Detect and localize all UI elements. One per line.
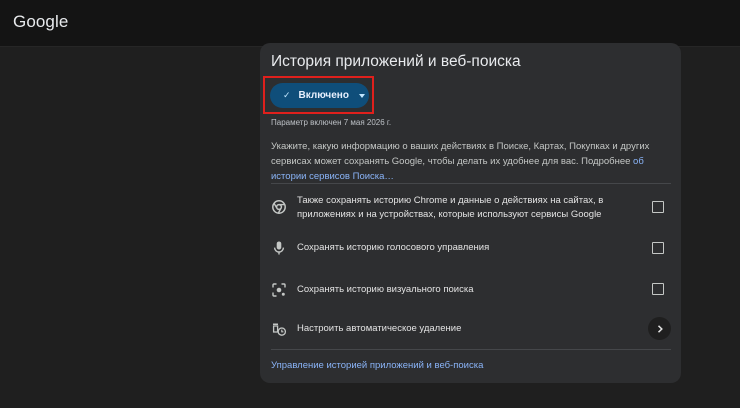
option-voice-history-label: Сохранять историю голосового управления	[297, 242, 490, 253]
param-enabled-note: Параметр включен 7 мая 2026 г.	[271, 118, 392, 127]
top-bar: Google	[0, 0, 740, 47]
divider	[271, 183, 671, 184]
manage-activity-link[interactable]: Управление историей приложений и веб-пои…	[271, 360, 483, 371]
option-chrome-history-label: Также сохранять историю Chrome и данные …	[297, 195, 604, 220]
card-title: История приложений и веб-поиска	[271, 53, 521, 70]
status-toggle-label: Включено	[298, 90, 349, 101]
chevron-right-icon	[657, 324, 663, 333]
auto-delete-icon	[271, 321, 287, 337]
google-logo[interactable]: Google	[13, 12, 68, 32]
caret-down-icon	[358, 93, 365, 98]
option-visual-history-checkbox[interactable]	[652, 283, 664, 295]
option-visual-history-label: Сохранять историю визуального поиска	[297, 284, 474, 295]
chrome-icon	[271, 199, 287, 215]
option-voice-history-checkbox[interactable]	[652, 242, 664, 254]
auto-delete-button[interactable]	[648, 317, 671, 340]
auto-delete-label[interactable]: Настроить автоматическое удаление	[297, 322, 461, 336]
divider	[271, 349, 671, 350]
visual-search-icon	[271, 282, 287, 298]
description-text: Укажите, какую информацию о ваших действ…	[271, 141, 650, 167]
description: Укажите, какую информацию о ваших действ…	[271, 139, 676, 184]
status-toggle-button[interactable]: ✓ Включено	[270, 83, 369, 108]
microphone-icon	[271, 240, 287, 256]
option-chrome-history-checkbox[interactable]	[652, 201, 664, 213]
check-icon: ✓	[283, 90, 291, 100]
